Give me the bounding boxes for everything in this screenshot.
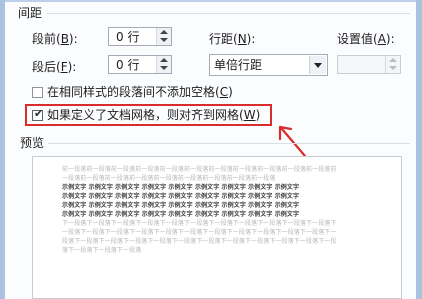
- space-before-spin-buttons[interactable]: [156, 28, 171, 45]
- snap-to-grid-label[interactable]: 如果定义了文档网格，则对齐到网格(W): [47, 108, 260, 122]
- window-left-border: [0, 0, 5, 299]
- preview-pane: 前一段落前一段落前一段落前一段落前一段落前一段落前一段落前一段落前一段落前一段落…: [32, 156, 402, 299]
- preview-previous-paragraph-line: 一段落前一段落前一段落前一段落前一段落前一段落前一段落前一段落前一段落: [62, 175, 276, 182]
- preview-previous-paragraph-line: 前一段落前一段落前一段落前一段落前一段落前一段落前一段落前一段落前一段落前一段落…: [62, 166, 337, 173]
- spin-up-icon[interactable]: [389, 58, 397, 62]
- preview-next-paragraph-line: 一段落下一段落下一段落下一段落下一段落下一段落下一段落下一段落下一段落下一段落下…: [62, 229, 337, 236]
- preview-group-divider: [48, 143, 410, 144]
- spacing-group-title: 间距: [18, 6, 43, 20]
- spin-up-icon[interactable]: [160, 58, 168, 62]
- preview-next-paragraph-line: 落下一段落下一段落下一段落: [62, 247, 142, 254]
- checkmark-icon: ✔: [34, 107, 44, 120]
- spin-up-icon[interactable]: [160, 30, 168, 34]
- line-spacing-value[interactable]: 单倍行距: [214, 58, 262, 72]
- preview-text: 前一段落前一段落前一段落前一段落前一段落前一段落前一段落前一段落前一段落前一段落…: [62, 165, 374, 255]
- line-spacing-label: 行距(N):: [209, 32, 256, 46]
- no-space-same-style-checkbox[interactable]: [32, 87, 43, 98]
- spin-down-icon[interactable]: [389, 66, 397, 70]
- space-after-spinner[interactable]: 0 行: [108, 55, 172, 74]
- preview-sample-line: 示例文字 示例文字 示例文字 示例文字 示例文字 示例文字 示例文字 示例文字 …: [62, 211, 300, 218]
- set-value-label: 设置值(A):: [337, 32, 395, 46]
- preview-group-title: 预览: [20, 136, 45, 150]
- line-spacing-dropdown-button[interactable]: [309, 56, 326, 74]
- preview-sample-line: 示例文字 示例文字 示例文字 示例文字 示例文字 示例文字 示例文字 示例文字 …: [62, 202, 300, 209]
- snap-to-grid-checkbox[interactable]: ✔: [32, 107, 44, 121]
- preview-next-paragraph-line: 下一段落下一段落下一段落下一段落下一段落下一段落下一段落下一段落下一段落下一段落…: [62, 220, 337, 227]
- space-after-value[interactable]: 0 行: [116, 58, 139, 72]
- spin-down-icon[interactable]: [160, 38, 168, 42]
- space-after-label: 段后(F):: [32, 60, 77, 74]
- space-before-value[interactable]: 0 行: [116, 30, 139, 44]
- spin-down-icon[interactable]: [160, 66, 168, 70]
- space-before-label: 段前(B):: [32, 32, 78, 46]
- line-spacing-select[interactable]: 单倍行距: [209, 54, 328, 76]
- preview-next-paragraph-line: 段落下一段落下一段落下一段落下一段落下一段落下一段落下一段落下一段落下一段落下一…: [62, 238, 337, 245]
- space-before-spinner[interactable]: 0 行: [108, 27, 172, 46]
- annotation-arrow-icon: [278, 125, 307, 158]
- chevron-down-icon[interactable]: [314, 63, 322, 68]
- preview-sample-line: 示例文字 示例文字 示例文字 示例文字 示例文字 示例文字 示例文字 示例文字 …: [62, 184, 300, 191]
- set-value-spinner[interactable]: [337, 55, 401, 74]
- spacing-group-divider: [47, 13, 410, 14]
- preview-sample-line: 示例文字 示例文字 示例文字 示例文字 示例文字 示例文字 示例文字 示例文字 …: [62, 193, 300, 200]
- window-right-border: [416, 0, 422, 299]
- no-space-same-style-label[interactable]: 在相同样式的段落间不添加空格(C): [47, 85, 233, 99]
- set-value-spin-buttons[interactable]: [385, 56, 400, 73]
- window-top-edge: [0, 0, 422, 2]
- space-after-spin-buttons[interactable]: [156, 56, 171, 73]
